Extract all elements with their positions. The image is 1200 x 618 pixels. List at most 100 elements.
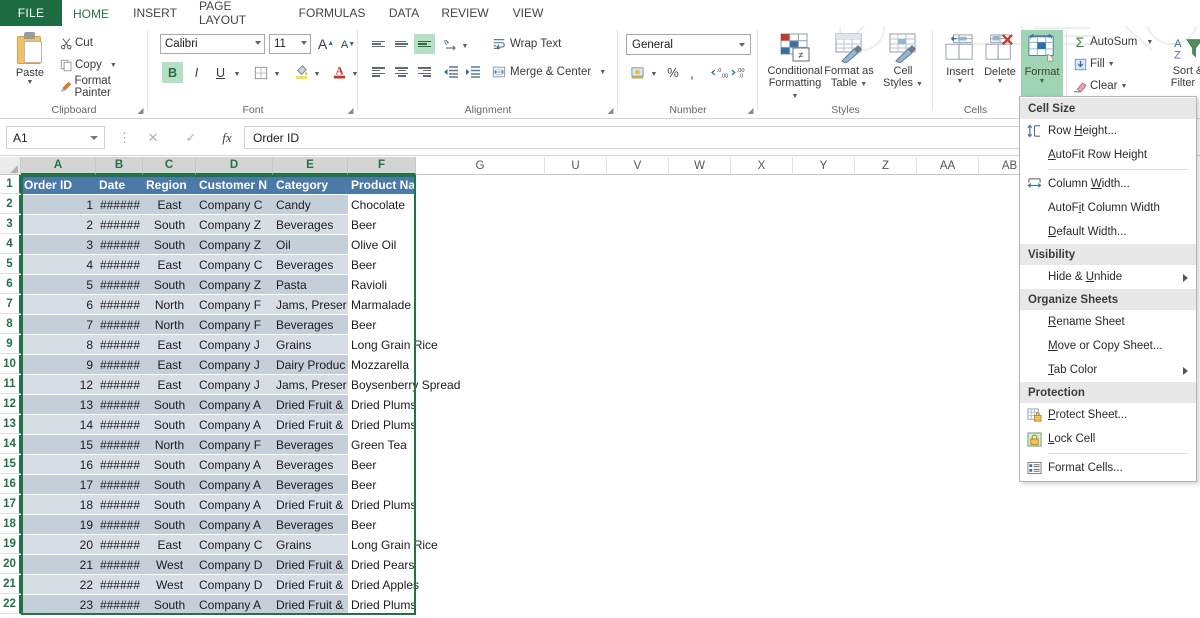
insert-caret-down-icon[interactable]: ▼: [957, 78, 964, 85]
cell[interactable]: Company A: [196, 495, 273, 514]
cell[interactable]: 6: [21, 295, 96, 314]
row-header-6[interactable]: 6: [0, 275, 21, 294]
cell[interactable]: ######: [96, 535, 143, 554]
tab-insert[interactable]: INSERT: [126, 0, 184, 26]
cell[interactable]: 3: [21, 235, 96, 254]
bold-button[interactable]: B: [162, 62, 183, 83]
orientation-button[interactable]: a: [440, 34, 461, 54]
tab-file[interactable]: FILE: [0, 0, 62, 26]
row-header-20[interactable]: 20: [0, 555, 21, 574]
cell[interactable]: 4: [21, 255, 96, 274]
row-header-10[interactable]: 10: [0, 355, 21, 374]
alignment-dialog-launcher[interactable]: ◢: [606, 106, 615, 115]
cell[interactable]: Long Grain Rice: [348, 535, 518, 554]
cell[interactable]: Chocolate: [348, 195, 518, 214]
cell[interactable]: South: [143, 215, 196, 234]
conditional-formatting-button[interactable]: ≠ Conditional Formatting ▼: [764, 30, 826, 100]
cell[interactable]: Company A: [196, 515, 273, 534]
decrease-font-size-button[interactable]: A ▼: [338, 34, 358, 55]
cell[interactable]: West: [143, 575, 196, 594]
select-all-corner[interactable]: [0, 157, 21, 175]
cell[interactable]: Grains: [273, 335, 348, 354]
cell[interactable]: Beer: [348, 515, 518, 534]
cell[interactable]: East: [143, 375, 196, 394]
tab-view[interactable]: VIEW: [502, 0, 554, 26]
row-header-3[interactable]: 3: [0, 215, 21, 234]
cell[interactable]: Company A: [196, 415, 273, 434]
menu-item-column-width[interactable]: Column Width...: [1020, 172, 1196, 196]
cell[interactable]: 2: [21, 215, 96, 234]
cell[interactable]: Green Tea: [348, 435, 518, 454]
copy-button[interactable]: Copy ▼: [58, 55, 117, 75]
number-dialog-launcher[interactable]: ◢: [746, 106, 755, 115]
cell[interactable]: Company D: [196, 555, 273, 574]
cell[interactable]: ######: [96, 295, 143, 314]
row-header-16[interactable]: 16: [0, 475, 21, 494]
cell[interactable]: Jams, Preser: [273, 375, 348, 394]
cell[interactable]: Dried Apples: [348, 575, 518, 594]
italic-button[interactable]: I: [186, 62, 207, 83]
underline-button[interactable]: U: [210, 62, 231, 83]
cell[interactable]: Beverages: [273, 255, 348, 274]
fill-button[interactable]: Fill ▼: [1070, 54, 1115, 74]
cell[interactable]: East: [143, 195, 196, 214]
cell[interactable]: Dried Fruit &: [273, 495, 348, 514]
column-header-w[interactable]: W: [669, 157, 731, 175]
cell[interactable]: 20: [21, 535, 96, 554]
cell[interactable]: Ravioli: [348, 275, 518, 294]
cell[interactable]: 19: [21, 515, 96, 534]
cell[interactable]: 13: [21, 395, 96, 414]
cell-header[interactable]: Customer N: [196, 175, 273, 194]
row-header-13[interactable]: 13: [0, 415, 21, 434]
cell[interactable]: East: [143, 255, 196, 274]
decrease-indent-button[interactable]: [440, 62, 461, 82]
cell-header[interactable]: Product Na: [348, 175, 416, 194]
increase-indent-button[interactable]: [462, 62, 483, 82]
menu-item-format-cells[interactable]: Format Cells...: [1020, 456, 1196, 480]
paste-caret-down-icon[interactable]: ▼: [27, 79, 34, 86]
cell[interactable]: Beverages: [273, 455, 348, 474]
align-left-button[interactable]: [368, 62, 389, 82]
row-header-18[interactable]: 18: [0, 515, 21, 534]
cell[interactable]: Grains: [273, 535, 348, 554]
menu-item-row-height[interactable]: Row Height...: [1020, 119, 1196, 143]
cell[interactable]: Company C: [196, 535, 273, 554]
menu-item-hide-unhide[interactable]: Hide & Unhide: [1020, 265, 1196, 289]
row-header-15[interactable]: 15: [0, 455, 21, 474]
cell[interactable]: 16: [21, 455, 96, 474]
cell[interactable]: South: [143, 495, 196, 514]
menu-item-autofit-column-width[interactable]: AutoFit Column Width: [1020, 196, 1196, 220]
menu-item-autofit-row-height[interactable]: AutoFit Row Height: [1020, 143, 1196, 167]
cell[interactable]: Company A: [196, 395, 273, 414]
increase-font-size-button[interactable]: A ▲: [316, 33, 336, 54]
cell[interactable]: South: [143, 275, 196, 294]
cell[interactable]: Olive Oil: [348, 235, 518, 254]
tab-formulas[interactable]: FORMULAS: [292, 0, 372, 26]
cell[interactable]: Beverages: [273, 515, 348, 534]
cell[interactable]: Dried Fruit &: [273, 415, 348, 434]
cell[interactable]: South: [143, 475, 196, 494]
number-format-select[interactable]: General: [626, 34, 751, 55]
cell[interactable]: Company A: [196, 595, 273, 614]
cell[interactable]: Dairy Produc: [273, 355, 348, 374]
wrap-text-button[interactable]: Wrap Text: [488, 34, 561, 54]
underline-caret-down-icon[interactable]: ▼: [232, 64, 242, 85]
comma-style-button[interactable]: ,: [684, 62, 700, 83]
cell-styles-button[interactable]: Cell Styles ▼: [872, 30, 934, 98]
column-header-u[interactable]: U: [545, 157, 607, 175]
format-caret-down-icon[interactable]: ▼: [1039, 78, 1046, 85]
menu-item-lock-cell[interactable]: Lock Cell: [1020, 427, 1196, 451]
cell[interactable]: Oil: [273, 235, 348, 254]
cell[interactable]: ######: [96, 255, 143, 274]
clear-caret-down-icon[interactable]: ▼: [1120, 83, 1127, 90]
autosum-button[interactable]: Σ AutoSum ▼: [1070, 32, 1154, 52]
row-header-4[interactable]: 4: [0, 235, 21, 254]
autosum-caret-down-icon[interactable]: ▼: [1146, 39, 1153, 46]
format-as-table-button[interactable]: Format as Table ▼: [818, 30, 880, 98]
column-header-f[interactable]: F: [348, 157, 416, 175]
font-dialog-launcher[interactable]: ◢: [346, 106, 355, 115]
cell[interactable]: South: [143, 595, 196, 614]
clear-button[interactable]: Clear ▼: [1070, 76, 1127, 96]
cell[interactable]: North: [143, 435, 196, 454]
cell[interactable]: ######: [96, 275, 143, 294]
